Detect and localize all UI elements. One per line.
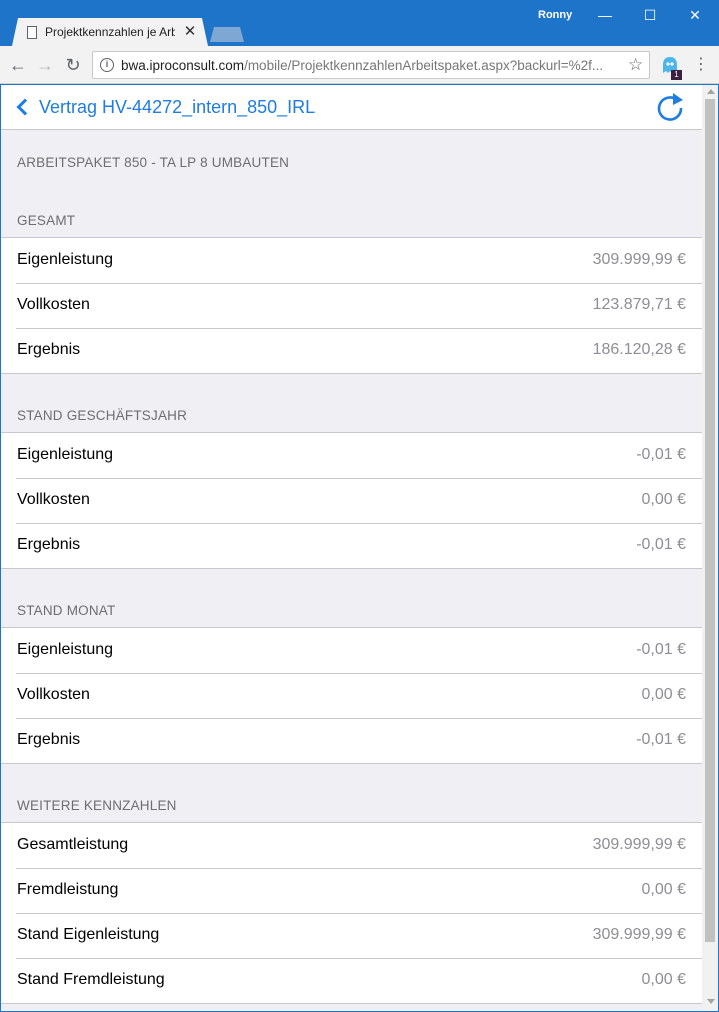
list-item: Ergebnis 186.120,28 € [1, 328, 702, 373]
list-item: Eigenleistung -0,01 € [1, 433, 702, 478]
section-header: GESAMT [1, 179, 702, 237]
row-label: Ergebnis [17, 341, 81, 358]
section-title: WEITERE KENNZAHLEN [17, 798, 177, 813]
page-icon [27, 26, 37, 39]
list-item: Fremdleistung 0,00 € [1, 868, 702, 913]
row-label: Eigenleistung [17, 251, 114, 268]
row-label: Fremdleistung [17, 881, 119, 898]
list-item: Stand Eigenleistung 309.999,99 € [1, 913, 702, 958]
list-item: Vollkosten 123.879,71 € [1, 283, 702, 328]
title-bar: Projektkennzahlen je Arbeitspaket ✕ Ronn… [0, 0, 719, 46]
list-item: Stand Fremdleistung 0,00 € [1, 958, 702, 1003]
url-path: /mobile/ProjektkennzahlenArbeitspaket.as… [244, 58, 604, 73]
row-label: Stand Fremdleistung [17, 971, 165, 988]
list-item: Vollkosten 0,00 € [1, 673, 702, 718]
section-title: GESAMT [17, 213, 76, 228]
row-label: Ergebnis [17, 731, 81, 748]
row-value: -0,01 € [636, 536, 686, 553]
scroll-up-icon[interactable] [707, 89, 715, 94]
row-value: 309.999,99 € [592, 836, 686, 853]
back-link[interactable]: Vertrag HV-44272_intern_850_IRL [15, 95, 315, 119]
row-value: 186.120,28 € [592, 341, 686, 358]
row-value: -0,01 € [636, 641, 686, 658]
chevron-left-icon [16, 98, 34, 116]
maximize-button[interactable]: ☐ [628, 0, 672, 30]
address-bar[interactable]: i bwa.iproconsult.com/mobile/Projektkenn… [92, 51, 650, 79]
app-navbar: Vertrag HV-44272_intern_850_IRL [1, 85, 702, 130]
list-item: Eigenleistung -0,01 € [1, 628, 702, 673]
row-label: Vollkosten [17, 491, 90, 508]
row-value: 123.879,71 € [592, 296, 686, 313]
row-value: 0,00 € [641, 686, 686, 703]
info-icon[interactable]: i [100, 58, 114, 72]
row-value: 309.999,99 € [592, 251, 686, 268]
row-value: 0,00 € [641, 491, 686, 508]
reload-icon[interactable]: ↻ [61, 53, 85, 77]
url-text[interactable]: bwa.iproconsult.com/mobile/Projektkennza… [121, 58, 621, 73]
browser-window: Projektkennzahlen je Arbeitspaket ✕ Ronn… [0, 0, 719, 1012]
profile-name[interactable]: Ronny [538, 9, 572, 21]
close-icon[interactable]: ✕ [183, 22, 197, 42]
row-label: Vollkosten [17, 296, 90, 313]
scroll-down-icon[interactable] [707, 999, 715, 1004]
list-item: Ergebnis -0,01 € [1, 523, 702, 568]
new-tab-button[interactable] [210, 27, 244, 42]
section-list: Eigenleistung -0,01 € Vollkosten 0,00 € Er… [1, 432, 702, 569]
section-title: STAND GESCHÄFTSJAHR [17, 408, 188, 423]
section-list: Eigenleistung -0,01 € Vollkosten 0,00 € Er… [1, 627, 702, 764]
row-label: Eigenleistung [17, 641, 114, 658]
list-item: Gesamtleistung 309.999,99 € [1, 823, 702, 868]
minimize-button[interactable]: — [583, 0, 627, 30]
package-title-text: ARBEITSPAKET 850 - TA LP 8 UMBAUTEN [17, 155, 290, 170]
section-title: STAND MONAT [17, 603, 116, 618]
row-value: -0,01 € [636, 446, 686, 463]
content: ARBEITSPAKET 850 - TA LP 8 UMBAUTEN GESA… [1, 130, 702, 1004]
row-value: 0,00 € [641, 881, 686, 898]
section-list: Gesamtleistung 309.999,99 € Fremdleistung… [1, 822, 702, 1004]
page-viewport: Vertrag HV-44272_intern_850_IRL ARBEITSP… [1, 85, 718, 1011]
refresh-icon[interactable] [653, 91, 687, 125]
section-header: STAND MONAT [1, 569, 702, 627]
tab-title[interactable]: Projektkennzahlen je Arbeitspaket [45, 25, 175, 39]
row-label: Gesamtleistung [17, 836, 129, 853]
back-arrow-icon[interactable]: ← [6, 53, 30, 77]
row-label: Stand Eigenleistung [17, 926, 160, 943]
row-value: 0,00 € [641, 971, 686, 988]
scrollbar-thumb[interactable] [705, 99, 715, 942]
window-close-button[interactable]: ✕ [673, 0, 717, 30]
section-header: WEITERE KENNZAHLEN [1, 764, 702, 822]
section-list: Eigenleistung 309.999,99 € Vollkosten 123.… [1, 237, 702, 374]
section-header: STAND GESCHÄFTSJAHR [1, 374, 702, 432]
row-label: Ergebnis [17, 536, 81, 553]
row-value: 309.999,99 € [592, 926, 686, 943]
row-label: Vollkosten [17, 686, 90, 703]
url-host: bwa.iproconsult.com [121, 58, 245, 73]
list-item: Eigenleistung 309.999,99 € [1, 238, 702, 283]
forward-arrow-icon[interactable]: → [33, 53, 57, 77]
back-link-label: Vertrag HV-44272_intern_850_IRL [39, 97, 316, 117]
row-label: Eigenleistung [17, 446, 114, 463]
scrollbar[interactable] [702, 85, 718, 1011]
list-item: Ergebnis -0,01 € [1, 718, 702, 763]
list-item: Vollkosten 0,00 € [1, 478, 702, 523]
extension-badge: 1 [671, 70, 682, 80]
package-title: ARBEITSPAKET 850 - TA LP 8 UMBAUTEN [1, 130, 702, 179]
star-icon[interactable]: ☆ [628, 55, 643, 75]
row-value: -0,01 € [636, 731, 686, 748]
menu-icon[interactable]: ⋮ [693, 55, 709, 75]
browser-toolbar: ← → ↻ i bwa.iproconsult.com/mobile/Proje… [0, 46, 719, 84]
